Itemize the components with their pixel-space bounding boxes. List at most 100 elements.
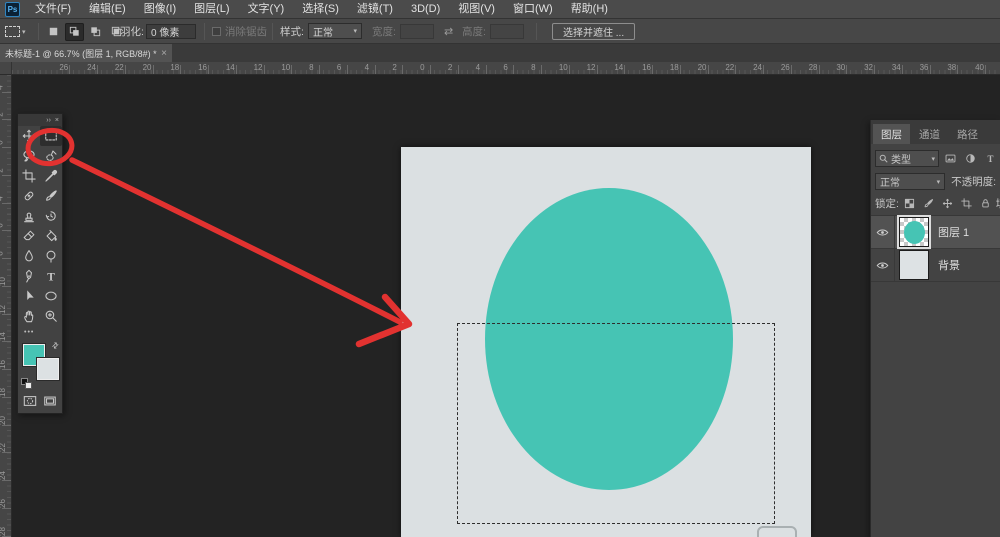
healing-tool[interactable] xyxy=(18,186,40,206)
menu-item[interactable]: 窗口(W) xyxy=(504,0,562,19)
default-colors-icon[interactable] xyxy=(21,378,32,389)
rect-marquee-tool[interactable] xyxy=(40,126,62,146)
menu-item[interactable]: 视图(V) xyxy=(449,0,504,19)
ruler-tick xyxy=(624,65,625,74)
ruler-tick xyxy=(2,286,11,287)
ruler-tick xyxy=(430,65,431,74)
feather-input[interactable] xyxy=(146,24,196,39)
quick-select-tool[interactable] xyxy=(40,146,62,166)
ruler-tick xyxy=(347,65,348,74)
height-input[interactable] xyxy=(490,24,524,39)
ruler-tick xyxy=(957,65,958,74)
ruler-tick xyxy=(597,65,598,74)
path-select-tool[interactable] xyxy=(18,286,40,306)
ruler-number: 20 xyxy=(698,63,707,72)
ruler-number: 16 xyxy=(642,63,651,72)
quick-mask-mode-icon[interactable] xyxy=(23,394,37,408)
search-icon xyxy=(879,154,888,163)
tool-preset-picker[interactable]: ▾ xyxy=(5,19,26,44)
width-input[interactable] xyxy=(400,24,434,39)
layer-visibility-eye-icon[interactable] xyxy=(871,249,895,281)
document-tab[interactable]: 未标题-1 @ 66.7% (图层 1, RGB/8#) * × xyxy=(0,44,172,62)
paint-bucket-tool[interactable] xyxy=(40,226,62,246)
type-tool-icon[interactable]: T xyxy=(985,153,996,164)
ruler-number: 8 xyxy=(531,63,535,72)
ruler-number: 0 xyxy=(0,140,5,144)
layer-visibility-eye-icon[interactable] xyxy=(871,216,895,248)
select-and-mask-button[interactable]: 选择并遮住 ... xyxy=(552,23,635,40)
lock-position-icon[interactable] xyxy=(942,198,953,209)
ellipse-shape-tool[interactable] xyxy=(40,286,62,306)
lock-all-icon[interactable] xyxy=(980,198,991,209)
collapse-panel-icon[interactable]: ›› xyxy=(46,117,51,124)
ruler-number: 24 xyxy=(0,471,7,480)
menu-item[interactable]: 图像(I) xyxy=(135,0,185,19)
menu-item[interactable]: 滤镜(T) xyxy=(348,0,402,19)
lock-transparent-icon[interactable] xyxy=(904,198,915,209)
style-label: 样式: xyxy=(280,24,304,39)
panel-tab-路径[interactable]: 路径 xyxy=(949,124,986,144)
clone-stamp-tool[interactable] xyxy=(18,206,40,226)
dodge-tool[interactable] xyxy=(40,246,62,266)
ruler-number: 16 xyxy=(0,360,7,369)
layer-thumbnail[interactable] xyxy=(899,250,929,280)
layer-thumbnail[interactable] xyxy=(899,217,929,247)
menu-item[interactable]: 文字(Y) xyxy=(239,0,294,19)
ruler-origin-corner[interactable] xyxy=(0,62,12,75)
style-dropdown[interactable]: 正常▾ xyxy=(308,23,362,39)
swap-dimensions-icon[interactable]: ⇄ xyxy=(444,19,453,44)
picture-icon[interactable] xyxy=(945,153,956,164)
add-to-selection-button[interactable] xyxy=(65,23,84,41)
move-tool[interactable] xyxy=(18,126,40,146)
subtract-from-selection-button[interactable] xyxy=(86,23,105,41)
horizontal-ruler[interactable]: 2624222018161412108642024681012141618202… xyxy=(12,62,1000,75)
menu-item[interactable]: 编辑(E) xyxy=(80,0,135,19)
adjustment-icon[interactable] xyxy=(965,153,976,164)
vertical-ruler[interactable]: 420246810121416182022242628 xyxy=(0,75,12,537)
background-color-swatch[interactable] xyxy=(37,358,59,380)
brush-tool[interactable] xyxy=(40,186,62,206)
eyedropper-tool[interactable] xyxy=(40,166,62,186)
panel-tab-通道[interactable]: 通道 xyxy=(911,124,948,144)
ruler-tick xyxy=(319,65,320,74)
crop-tool[interactable] xyxy=(18,166,40,186)
screen-mode-icon[interactable] xyxy=(43,394,57,408)
swap-colors-icon[interactable]: ⇄ xyxy=(50,340,61,351)
menu-item[interactable]: 帮助(H) xyxy=(562,0,617,19)
antialias-checkbox[interactable] xyxy=(212,27,221,36)
pen-tool[interactable] xyxy=(18,266,40,286)
layer-row[interactable]: 图层 1 xyxy=(871,216,1000,249)
ruler-tick xyxy=(513,65,514,74)
close-tab-icon[interactable]: × xyxy=(161,48,167,59)
ruler-number: 2 xyxy=(0,113,5,117)
zoom-tool[interactable] xyxy=(40,306,62,326)
close-panel-icon[interactable]: × xyxy=(55,117,59,124)
menu-item[interactable]: 选择(S) xyxy=(293,0,348,19)
menu-item[interactable]: 图层(L) xyxy=(185,0,238,19)
ruler-number: 18 xyxy=(170,63,179,72)
ruler-number: 12 xyxy=(254,63,263,72)
ruler-tick xyxy=(708,65,709,74)
type-tool[interactable]: T xyxy=(40,266,62,286)
panel-tab-图层[interactable]: 图层 xyxy=(873,124,910,144)
menu-item[interactable]: 3D(D) xyxy=(402,0,449,19)
ruler-number: 26 xyxy=(781,63,790,72)
eraser-tool[interactable] xyxy=(18,226,40,246)
color-swatches: ⇄ xyxy=(18,338,62,392)
ruler-number: 26 xyxy=(0,499,7,508)
history-brush-tool[interactable] xyxy=(40,206,62,226)
hand-tool[interactable] xyxy=(18,306,40,326)
blend-mode-dropdown[interactable]: 正常▾ xyxy=(875,173,945,190)
blur-tool[interactable] xyxy=(18,246,40,266)
document-canvas[interactable] xyxy=(401,147,811,537)
lasso-tool[interactable] xyxy=(18,146,40,166)
more-tools-icon[interactable]: ••• xyxy=(18,326,62,338)
layer-row[interactable]: 背景 xyxy=(871,249,1000,282)
menu-item[interactable]: 文件(F) xyxy=(26,0,80,19)
marquee-selection-rectangle[interactable] xyxy=(457,323,775,524)
ruler-tick xyxy=(902,65,903,74)
lock-pixels-icon[interactable] xyxy=(923,198,934,209)
layer-filter-dropdown[interactable]: 类型 ▾ xyxy=(875,150,939,167)
new-selection-button[interactable] xyxy=(44,23,63,41)
lock-artboard-icon[interactable] xyxy=(961,198,972,209)
